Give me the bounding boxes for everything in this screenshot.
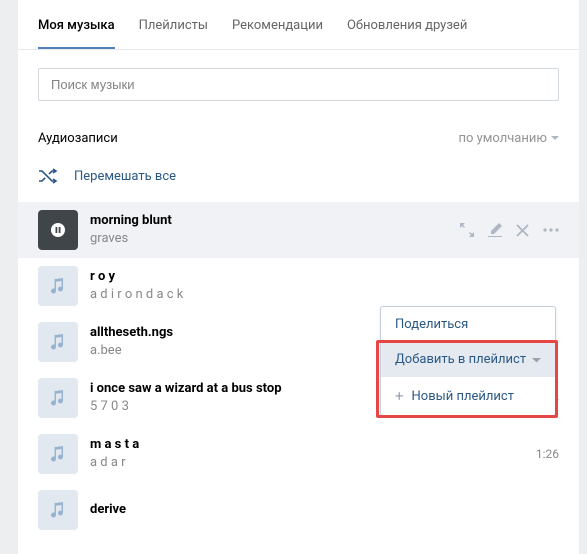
shuffle-icon: [38, 168, 58, 184]
menu-add-to-playlist[interactable]: Добавить в плейлист: [381, 342, 555, 377]
track-artist: a d i r o n d a c k: [90, 286, 559, 304]
track-duration: 1:26: [536, 447, 559, 461]
track-artist: a d a r: [90, 454, 526, 472]
track-row[interactable]: derive: [18, 482, 579, 538]
tab-friends-updates[interactable]: Обновления друзей: [347, 0, 467, 49]
track-cover[interactable]: [38, 490, 78, 530]
tab-my-music[interactable]: Моя музыка: [38, 0, 115, 49]
track-cover[interactable]: [38, 434, 78, 474]
sort-dropdown[interactable]: по умолчанию: [458, 131, 559, 146]
track-title: m a s t a: [90, 436, 526, 454]
shuffle-label: Перемешать все: [74, 169, 176, 184]
expand-icon[interactable]: [460, 223, 474, 237]
menu-share[interactable]: Поделиться: [381, 307, 555, 342]
track-title: r o y: [90, 268, 559, 286]
menu-add-to-playlist-label: Добавить в плейлист: [395, 352, 526, 367]
section-title: Аудиозаписи: [38, 131, 118, 146]
search-input[interactable]: [38, 68, 559, 101]
pause-button[interactable]: [38, 210, 78, 250]
menu-new-playlist-label: Новый плейлист: [412, 389, 514, 404]
track-artist: graves: [90, 230, 450, 248]
chevron-down-icon: [551, 136, 559, 141]
more-icon[interactable]: [543, 228, 559, 232]
track-row[interactable]: morning blunt graves: [18, 202, 579, 258]
close-icon[interactable]: [516, 224, 529, 237]
track-title: morning blunt: [90, 212, 450, 230]
tab-playlists[interactable]: Плейлисты: [139, 0, 208, 49]
tabs: Моя музыка Плейлисты Рекомендации Обновл…: [18, 0, 579, 50]
menu-new-playlist[interactable]: + Новый плейлист: [381, 377, 555, 415]
context-menu: Поделиться Добавить в плейлист + Новый п…: [380, 306, 556, 416]
shuffle-all[interactable]: Перемешать все: [18, 158, 579, 202]
edit-icon[interactable]: [488, 223, 502, 237]
chevron-down-icon: [532, 352, 541, 367]
sort-label: по умолчанию: [458, 131, 547, 146]
track-cover[interactable]: [38, 378, 78, 418]
track-title: derive: [90, 501, 559, 519]
track-row[interactable]: m a s t a a d a r 1:26: [18, 426, 579, 482]
tab-recommendations[interactable]: Рекомендации: [232, 0, 323, 49]
plus-icon: +: [395, 387, 404, 405]
track-cover[interactable]: [38, 266, 78, 306]
menu-share-label: Поделиться: [395, 317, 468, 332]
track-cover[interactable]: [38, 322, 78, 362]
